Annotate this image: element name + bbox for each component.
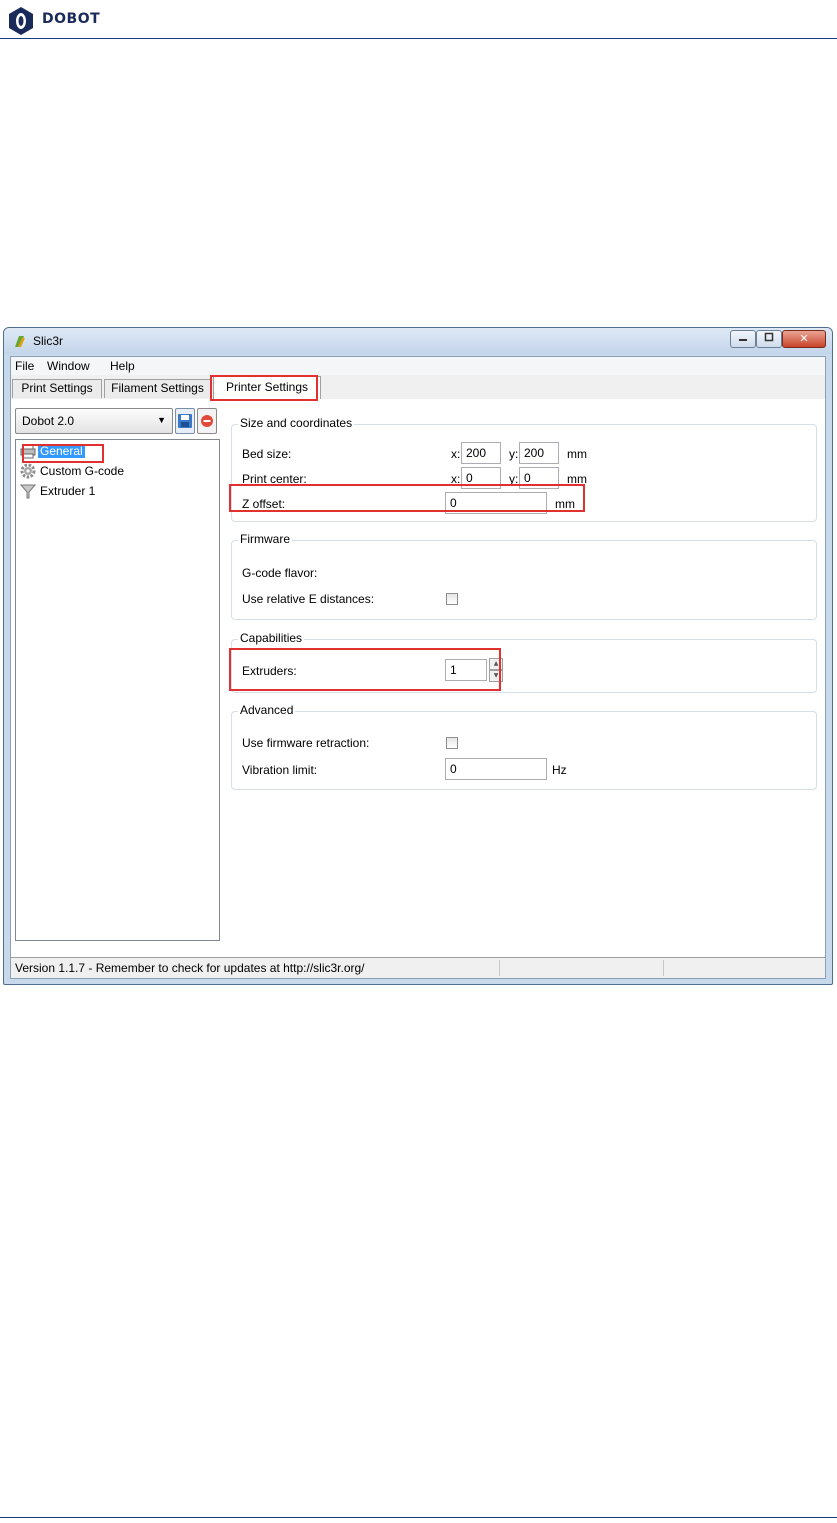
firmware-retraction-checkbox[interactable] [446,737,458,749]
menu-file[interactable]: File [15,359,34,373]
menu-bar: File Window Help [11,357,825,375]
bed-size-y-input[interactable]: 200 [519,442,559,464]
chevron-down-icon: ▼ [157,415,166,425]
tab-print-settings[interactable]: Print Settings [12,379,102,398]
highlight-general-item [22,444,104,463]
bed-size-y-prefix: y: [509,447,519,461]
status-divider [663,960,664,976]
title-bar[interactable]: Slic3r ✕ [4,328,832,354]
delete-icon [201,415,213,427]
maximize-icon [764,332,774,342]
group-title: Advanced [238,703,296,717]
menu-help[interactable]: Help [110,359,135,373]
bed-size-unit: mm [567,447,587,461]
bed-size-x-prefix: x: [451,447,461,461]
gcode-flavor-label: G-code flavor: [242,566,318,580]
close-icon: ✕ [799,332,809,345]
minimize-icon [739,339,747,341]
funnel-icon [20,484,36,499]
relative-e-label: Use relative E distances: [242,592,375,606]
highlight-printer-settings-tab [210,375,318,401]
group-title: Firmware [238,532,292,546]
group-title: Size and coordinates [238,416,355,430]
vibration-limit-unit: Hz [552,763,567,777]
footer-divider [0,1517,837,1518]
dobot-logo-icon [9,7,33,35]
tree-item-label: Custom G-code [40,464,125,478]
bed-size-label: Bed size: [242,447,292,461]
close-button[interactable]: ✕ [782,330,826,348]
document-header: DOBOT [0,0,837,40]
bed-size-x-input[interactable]: 200 [461,442,501,464]
firmware-retraction-label: Use firmware retraction: [242,736,370,750]
tab-filament-settings[interactable]: Filament Settings [104,379,211,398]
vibration-limit-label: Vibration limit: [242,763,318,777]
delete-preset-button[interactable] [197,408,217,434]
minimize-button[interactable] [730,330,756,348]
window-title: Slic3r [33,334,64,348]
maximize-button[interactable] [756,330,782,348]
relative-e-checkbox[interactable] [446,593,458,605]
preset-value: Dobot 2.0 [22,414,75,428]
header-divider [0,38,837,39]
settings-page-tree: General Custom G-code Extruder 1 [15,439,220,941]
status-text: Version 1.1.7 - Remember to check for up… [15,961,365,975]
gear-icon [20,463,36,479]
highlight-z-offset [229,484,585,512]
advanced-group: Advanced Use firmware retraction: Vibrat… [231,703,817,790]
menu-window[interactable]: Window [47,359,90,373]
tab-bar: Print Settings Filament Settings Printer… [11,375,825,400]
save-icon [178,414,192,428]
tree-item-label: Extruder 1 [40,484,96,498]
group-title: Capabilities [238,631,305,645]
highlight-extruders [229,648,501,691]
preset-dropdown[interactable]: Dobot 2.0 ▼ [15,408,173,434]
brand-name: DOBOT [42,11,101,27]
vibration-limit-input[interactable]: 0 [445,758,547,780]
status-bar: Version 1.1.7 - Remember to check for up… [11,957,825,978]
status-divider [499,960,500,976]
slic3r-app-icon [15,336,25,347]
save-preset-button[interactable] [175,408,195,434]
firmware-group: Firmware G-code flavor: Use relative E d… [231,532,817,620]
